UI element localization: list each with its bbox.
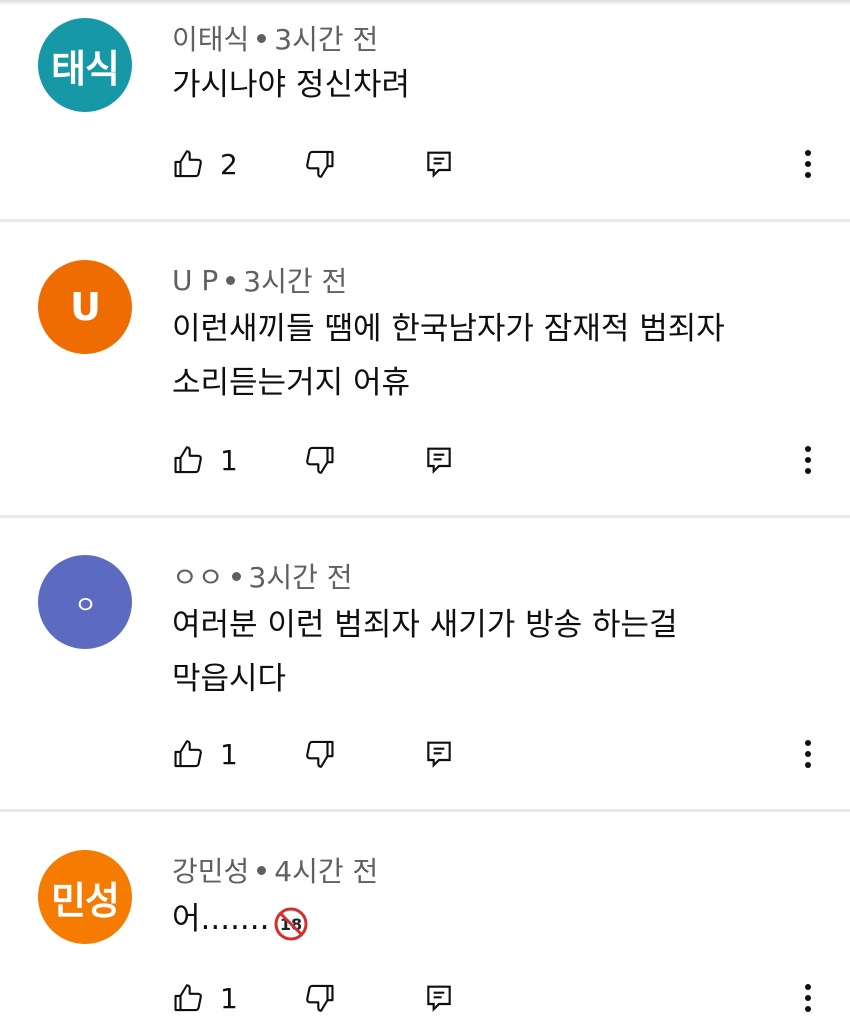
dislike-button[interactable] — [302, 734, 336, 774]
comment-text: 여러분 이런 범죄자 새기가 방송 하는걸 막읍시다 — [172, 598, 792, 706]
author-name[interactable]: U P — [172, 264, 218, 297]
thumbs-up-icon — [174, 984, 202, 1012]
more-options-button[interactable] — [796, 144, 820, 184]
comment-line: 이런새끼들 땜에 한국남자가 잠재적 범죄자 — [172, 311, 725, 347]
avatar-initials: 태식 — [51, 46, 120, 91]
comment-item: 태식 이태식 3시간 전 가시나야 정신차려 2 — [0, 0, 850, 222]
like-button[interactable]: 1 — [172, 978, 238, 1018]
comment-meta: ㅇㅇ 3시간 전 — [172, 556, 353, 596]
dislike-button[interactable] — [302, 978, 336, 1018]
reply-button[interactable] — [423, 440, 455, 480]
comment-line: 어.......18 — [172, 892, 792, 946]
thumbs-down-icon — [306, 150, 334, 178]
reply-button[interactable] — [423, 734, 455, 774]
author-name[interactable]: 강민성 — [172, 850, 249, 890]
like-button[interactable]: 1 — [172, 734, 238, 774]
avatar[interactable]: 민성 — [38, 850, 132, 944]
comment-meta: U P 3시간 전 — [172, 260, 347, 300]
comment-actions: 2 — [0, 144, 850, 184]
like-button[interactable]: 1 — [172, 440, 238, 480]
timestamp: 4시간 전 — [274, 855, 379, 888]
thumbs-up-icon — [174, 740, 202, 768]
thumbs-up-icon — [174, 150, 202, 178]
more-vert-icon — [805, 740, 811, 768]
timestamp: 3시간 전 — [243, 265, 348, 298]
comment-line: 여러분 이런 범죄자 새기가 방송 하는걸 — [172, 607, 678, 643]
separator-dot — [226, 275, 236, 285]
avatar[interactable]: ㅇ — [38, 555, 132, 649]
more-options-button[interactable] — [796, 978, 820, 1018]
separator-dot — [257, 33, 267, 43]
separator-dot — [257, 865, 267, 875]
avatar[interactable]: U — [38, 260, 132, 354]
comment-item: ㅇ ㅇㅇ 3시간 전 여러분 이런 범죄자 새기가 방송 하는걸 막읍시다 1 — [0, 518, 850, 812]
timestamp: 3시간 전 — [248, 561, 353, 594]
comment-line-text: 어....... — [172, 901, 270, 937]
avatar-initials: U — [70, 285, 101, 329]
reply-button[interactable] — [423, 144, 455, 184]
comment-text: 이런새끼들 땜에 한국남자가 잠재적 범죄자 소리듣는거지 어휴 — [172, 302, 792, 410]
author-name[interactable]: ㅇㅇ — [172, 556, 224, 596]
like-button[interactable]: 2 — [172, 144, 238, 184]
reply-icon — [427, 151, 451, 178]
timestamp: 3시간 전 — [274, 23, 379, 56]
no-under-18-icon: 18 — [274, 904, 308, 940]
like-count: 2 — [220, 147, 238, 181]
thumbs-down-icon — [306, 446, 334, 474]
author-name[interactable]: 이태식 — [172, 18, 249, 58]
separator-dot — [231, 571, 241, 581]
comment-item: U U P 3시간 전 이런새끼들 땜에 한국남자가 잠재적 범죄자 소리듣는거… — [0, 222, 850, 518]
comment-line: 가시나야 정신차려 — [172, 67, 411, 103]
comment-meta: 강민성 4시간 전 — [172, 850, 378, 890]
more-options-button[interactable] — [796, 734, 820, 774]
dislike-button[interactable] — [302, 440, 336, 480]
reply-icon — [427, 447, 451, 474]
avatar-initials: 민성 — [51, 878, 120, 923]
dislike-button[interactable] — [302, 144, 336, 184]
more-vert-icon — [805, 150, 811, 178]
comment-meta: 이태식 3시간 전 — [172, 18, 378, 58]
like-count: 1 — [220, 981, 238, 1015]
more-options-button[interactable] — [796, 440, 820, 480]
reply-icon — [427, 985, 451, 1012]
comment-text: 어.......18 — [172, 892, 792, 946]
comment-line: 막읍시다 — [172, 661, 287, 697]
comment-text: 가시나야 정신차려 — [172, 58, 792, 112]
thumbs-up-icon — [174, 446, 202, 474]
reply-button[interactable] — [423, 978, 455, 1018]
comment-actions: 1 — [0, 440, 850, 480]
reply-icon — [427, 741, 451, 768]
comment-item: 민성 강민성 4시간 전 어.......18 1 — [0, 812, 850, 1022]
comment-actions: 1 — [0, 978, 850, 1018]
avatar-initials: ㅇ — [74, 590, 96, 619]
more-vert-icon — [805, 984, 811, 1012]
like-count: 1 — [220, 737, 238, 771]
comment-actions: 1 — [0, 734, 850, 774]
like-count: 1 — [220, 443, 238, 477]
thumbs-down-icon — [306, 984, 334, 1012]
more-vert-icon — [805, 446, 811, 474]
avatar[interactable]: 태식 — [38, 18, 132, 112]
thumbs-down-icon — [306, 740, 334, 768]
comment-line: 소리듣는거지 어휴 — [172, 365, 411, 401]
